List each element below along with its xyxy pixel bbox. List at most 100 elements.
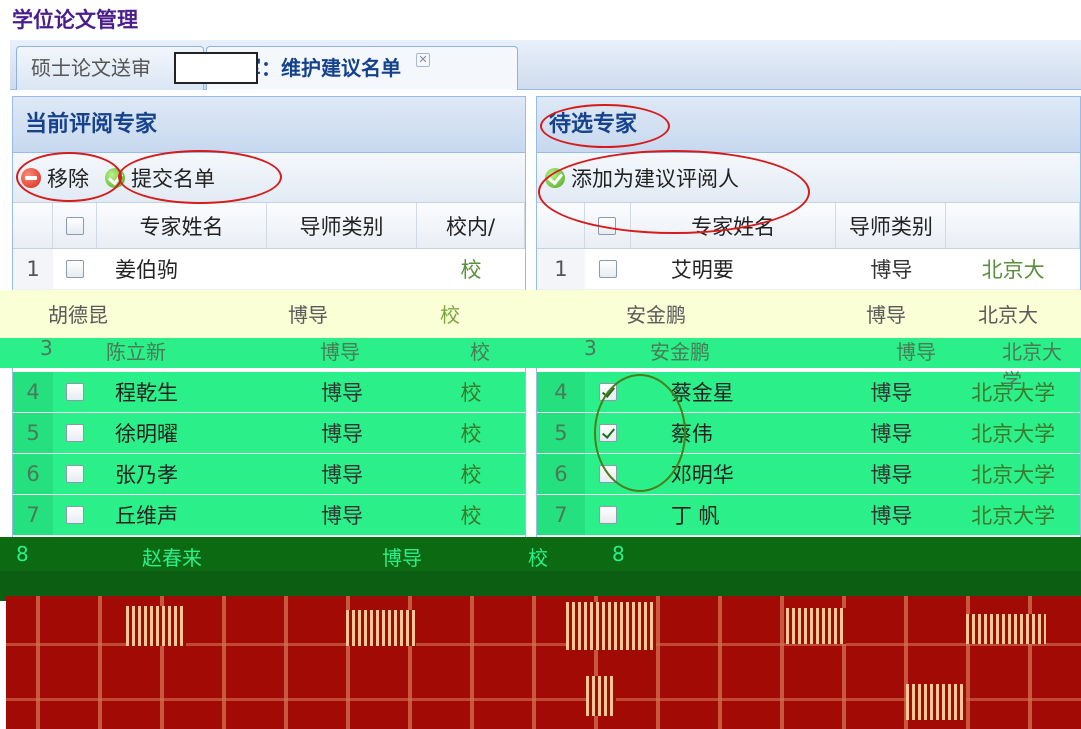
artifact-row-3: 3 陈立新 博导 校 3 安金鹏 博导 北京大学 (0, 336, 1081, 393)
advisor-type: 博导 (870, 504, 913, 528)
row-checkbox[interactable] (53, 413, 97, 453)
artifact-tile (566, 602, 656, 650)
artifact-name: 胡德昆 (48, 303, 108, 327)
artifact-school: 北京大学 (1002, 340, 1062, 393)
row-number: 4 (13, 372, 53, 412)
artifact-name: 安金鹏 (650, 340, 710, 364)
artifact-num: 8 (16, 542, 29, 566)
artifact-tile (586, 676, 616, 716)
expert-name: 丘维声 (115, 504, 178, 528)
artifact-school: 北京大 (978, 303, 1038, 327)
table-row[interactable]: 5 徐明曜 博导 校 (13, 413, 525, 454)
advisor-type: 博导 (870, 422, 913, 446)
expert-name: 程乾生 (115, 381, 178, 405)
school-cell: 校 (460, 504, 482, 528)
artifact-name: 安金鹏 (626, 303, 686, 327)
artifact-tile (906, 684, 966, 720)
row-number: 5 (13, 413, 53, 453)
column-header-school[interactable]: 校内/ (417, 203, 525, 248)
tab-label: 硕士论文送审 (31, 56, 151, 80)
artifact-row-8: 8 赵春来 博导 校 8 (0, 540, 1081, 570)
artifact-school: 校 (440, 303, 460, 327)
advisor-type: 博导 (870, 258, 913, 282)
column-header-school[interactable] (946, 203, 1080, 248)
row-checkbox[interactable] (53, 454, 97, 494)
advisor-type: 博导 (321, 504, 363, 528)
artifact-name: 赵春来 (142, 546, 202, 570)
column-header-type[interactable]: 导师类别 (267, 203, 417, 248)
table-row[interactable]: 4 程乾生 博导 校 (13, 372, 525, 413)
artifact-type: 博导 (866, 303, 906, 327)
close-icon[interactable]: ✕ (415, 53, 430, 67)
advisor-type: 博导 (321, 381, 363, 405)
select-all-checkbox[interactable] (53, 203, 97, 248)
table-row[interactable]: 1 姜伯驹 校 (13, 249, 525, 290)
annotation-ellipse (16, 152, 122, 202)
expert-name: 张乃孝 (115, 463, 178, 487)
row-checkbox[interactable] (53, 495, 97, 535)
artifact-num: 8 (612, 542, 625, 566)
row-number-header (13, 203, 53, 248)
artifact-type: 博导 (320, 340, 360, 364)
row-checkbox[interactable] (585, 249, 631, 289)
checkbox-icon (66, 424, 84, 442)
row-number: 6 (13, 454, 53, 494)
column-header-type[interactable]: 导师类别 (836, 203, 947, 248)
artifact-type: 博导 (896, 340, 936, 364)
row-checkbox[interactable] (53, 372, 97, 412)
row-number: 6 (537, 454, 585, 494)
artifact-row-2: 胡德昆 博导 校 安金鹏 博导 北京大 (0, 295, 1081, 327)
table-row[interactable]: 7 丁 帆 博导 北京大学 (537, 495, 1080, 536)
row-checkbox[interactable] (585, 495, 631, 535)
table-row[interactable]: 1 艾明要 博导 北京大 (537, 249, 1080, 290)
checkbox-icon (598, 260, 617, 278)
checkbox-icon (66, 506, 84, 524)
school-cell: 校 (460, 463, 482, 487)
school-cell: 北京大学 (971, 504, 1056, 528)
school-cell: 校 (460, 381, 482, 405)
artifact-tile (966, 614, 1046, 644)
expert-name: 徐明曜 (115, 422, 178, 446)
artifact-name: 陈立新 (106, 340, 166, 364)
app-title: 学位论文管理 (12, 8, 138, 32)
panel-title: 当前评阅专家 (13, 97, 525, 153)
artifact-school: 校 (470, 340, 490, 364)
checkbox-icon (66, 465, 84, 483)
artifact-tile (346, 610, 416, 646)
row-number: 7 (13, 495, 53, 535)
artifact-type: 博导 (382, 546, 422, 570)
row-number: 4 (537, 372, 585, 412)
expert-name: 艾明要 (670, 258, 734, 282)
checkbox-icon (598, 506, 617, 524)
redaction-box (174, 52, 258, 84)
checkbox-icon (66, 383, 84, 401)
row-checkbox[interactable] (53, 249, 97, 289)
row-number: 1 (13, 249, 53, 289)
artifact-tile (126, 606, 186, 646)
expert-name: 姜伯驹 (115, 258, 178, 282)
row-number: 5 (537, 413, 585, 453)
artifact-tile (786, 608, 846, 644)
checkbox-icon (66, 260, 84, 278)
school-cell: 北京大学 (971, 422, 1056, 446)
row-number: 7 (537, 495, 585, 535)
advisor-type: 博导 (870, 463, 913, 487)
artifact-num: 3 (40, 336, 53, 360)
annotation-ellipse (540, 104, 670, 148)
artifact-school: 校 (528, 546, 548, 570)
annotation-ellipse (538, 150, 810, 234)
expert-name: 丁 帆 (670, 504, 720, 528)
column-header-name[interactable]: 专家姓名 (97, 203, 267, 248)
table-row[interactable]: 6 张乃孝 博导 校 (13, 454, 525, 495)
school-cell: 校 (460, 258, 482, 282)
grid-header: 专家姓名 导师类别 校内/ (13, 203, 525, 249)
table-row[interactable]: 7 丘维声 博导 校 (13, 495, 525, 536)
advisor-type: 博导 (321, 422, 363, 446)
advisor-type: 博导 (321, 463, 363, 487)
annotation-ellipse (594, 374, 686, 492)
advisor-type: 博导 (870, 381, 913, 405)
artifact-type: 博导 (288, 303, 328, 327)
school-cell: 北京大学 (971, 463, 1056, 487)
school-cell: 北京大 (981, 258, 1045, 282)
annotation-ellipse (118, 150, 282, 204)
